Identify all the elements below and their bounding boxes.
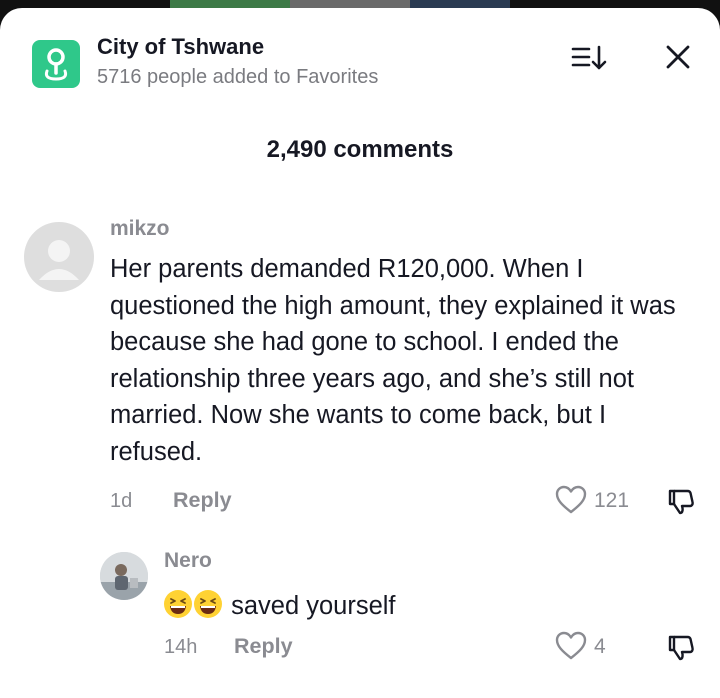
- grinning-squinting-face-icon: [164, 590, 192, 618]
- grinning-squinting-face-icon: [194, 590, 222, 618]
- dislike-button[interactable]: [666, 486, 696, 516]
- sort-button[interactable]: [568, 41, 608, 75]
- sheet-header: City of Tshwane 5716 people added to Fav…: [0, 8, 720, 108]
- like-count: 4: [594, 635, 606, 658]
- thumbs-down-icon: [668, 489, 694, 515]
- page-title: City of Tshwane: [97, 34, 265, 59]
- comment-text: saved yourself: [164, 590, 396, 621]
- comment-time: 14h: [164, 636, 198, 658]
- sort-icon: [571, 45, 607, 70]
- reply-button[interactable]: Reply: [234, 634, 293, 659]
- comment-username[interactable]: mikzo: [110, 217, 170, 241]
- close-icon: [666, 45, 690, 69]
- comment-actions: 1d Reply 121: [0, 484, 720, 518]
- close-button[interactable]: [660, 39, 696, 75]
- avatar[interactable]: [24, 222, 94, 292]
- default-avatar-icon: [39, 240, 79, 280]
- comment-username[interactable]: Nero: [164, 549, 212, 573]
- user-photo: [100, 552, 148, 600]
- reply-button[interactable]: Reply: [173, 488, 232, 513]
- like-button[interactable]: 121: [554, 484, 634, 516]
- avatar[interactable]: [100, 552, 148, 600]
- comment-text: Her parents demanded R120,000. When I qu…: [110, 255, 676, 466]
- dislike-button[interactable]: [666, 632, 696, 662]
- thumbs-down-icon: [668, 635, 694, 661]
- map-pin-icon: [32, 40, 80, 88]
- comment-time: 1d: [110, 490, 133, 512]
- comments-sheet: City of Tshwane 5716 people added to Fav…: [0, 8, 720, 698]
- comment-actions: 14h Reply 4: [0, 630, 720, 664]
- comment-text-content: saved yourself: [231, 592, 396, 620]
- heart-icon: [555, 485, 587, 514]
- favorites-count: 5716 people added to Favorites: [97, 66, 379, 88]
- heart-icon: [555, 631, 587, 660]
- like-count: 121: [594, 489, 630, 512]
- like-button[interactable]: 4: [554, 630, 614, 662]
- comments-count: 2,490 comments: [266, 136, 454, 163]
